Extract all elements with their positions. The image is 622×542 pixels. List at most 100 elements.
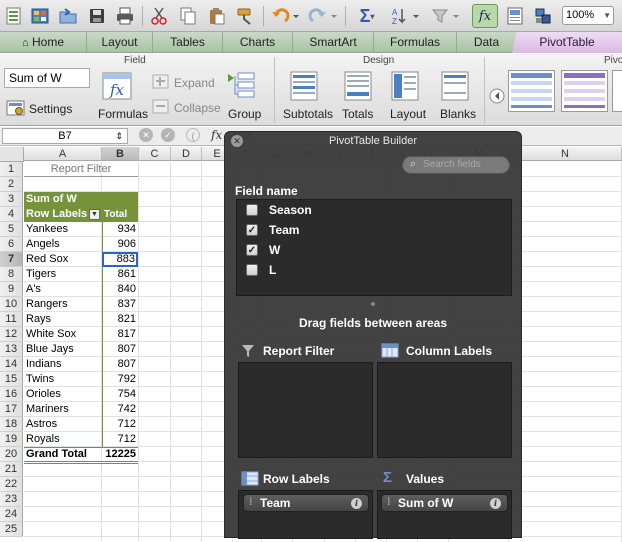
row-header-18[interactable]: 18 xyxy=(0,417,23,432)
blanks-button[interactable]: Blanks xyxy=(440,107,476,121)
expand-button[interactable]: Expand xyxy=(174,76,215,90)
pivot-row-label[interactable]: Orioles xyxy=(24,387,102,402)
pivot-row-label[interactable]: Tigers xyxy=(24,267,102,282)
column-header-b[interactable]: B xyxy=(102,147,139,161)
settings-button[interactable]: Settings xyxy=(29,102,72,116)
zoom-select[interactable]: 100% ▼ xyxy=(562,6,614,25)
pivot-row-label[interactable]: Red Sox xyxy=(24,252,102,267)
pivot-row-value[interactable]: 837 xyxy=(102,297,138,312)
formulas-button[interactable]: Formulas xyxy=(98,107,148,121)
row-header-9[interactable]: 9 xyxy=(0,282,23,297)
collapse-button[interactable]: Collapse xyxy=(174,101,221,115)
totals-button[interactable]: Totals xyxy=(342,107,373,121)
pivot-row-value[interactable]: 754 xyxy=(102,387,138,402)
pivot-row-value[interactable]: 807 xyxy=(102,342,138,357)
name-box[interactable]: B7 ⇕ xyxy=(2,128,128,144)
gallery-icon[interactable] xyxy=(503,4,527,28)
tab-formulas[interactable]: Formulas xyxy=(374,32,457,53)
pivot-row-value[interactable]: 821 xyxy=(102,312,138,327)
copy-icon[interactable] xyxy=(176,4,200,28)
row-header-11[interactable]: 11 xyxy=(0,312,23,327)
filter-icon[interactable] xyxy=(428,4,462,28)
pivot-row-value[interactable]: 712 xyxy=(102,432,138,447)
pivot-row-value[interactable]: 861 xyxy=(102,267,138,282)
tab-charts[interactable]: Charts xyxy=(223,32,293,53)
pivot-row-value[interactable]: 807 xyxy=(102,357,138,372)
autosum-icon[interactable]: Σ ▾ xyxy=(352,4,382,28)
collapse-icon[interactable] xyxy=(152,99,170,118)
column-header-a[interactable]: A xyxy=(24,147,102,161)
row-header-10[interactable]: 10 xyxy=(0,297,23,312)
new-icon[interactable] xyxy=(2,4,26,28)
checkbox-w[interactable]: ✓ xyxy=(246,244,258,256)
sort-icon[interactable]: AZ xyxy=(388,4,422,28)
group-button[interactable]: Group xyxy=(228,107,261,121)
row-header-5[interactable]: 5 xyxy=(0,222,23,237)
resize-grip[interactable] xyxy=(371,302,375,306)
group-icon[interactable] xyxy=(226,71,258,104)
fx-icon[interactable]: fx xyxy=(211,128,222,142)
row-header-23[interactable]: 23 xyxy=(0,492,23,507)
filter-dropdown-icon[interactable]: ▼ xyxy=(89,209,100,220)
field-item-season[interactable]: Season xyxy=(237,200,511,220)
column-header-c[interactable]: C xyxy=(139,147,171,161)
selected-cell[interactable]: 883 xyxy=(102,252,138,267)
pivot-style-2[interactable] xyxy=(561,70,608,112)
active-field-name[interactable]: Sum of W xyxy=(4,68,90,88)
format-icon[interactable] xyxy=(234,4,258,28)
pivot-row-value[interactable]: 906 xyxy=(102,237,138,252)
pivot-row-label[interactable]: Rangers xyxy=(24,297,102,312)
checkbox-team[interactable]: ✓ xyxy=(246,224,258,236)
pivot-row-value[interactable]: 934 xyxy=(102,222,138,237)
paste-icon[interactable] xyxy=(205,4,229,28)
formula-edit-icon[interactable]: ( xyxy=(186,128,200,142)
row-field-pill[interactable]: ⁞ Team i xyxy=(243,494,369,512)
pivot-row-value[interactable]: 712 xyxy=(102,417,138,432)
totals-icon[interactable] xyxy=(343,70,373,105)
pivot-row-value[interactable]: 840 xyxy=(102,282,138,297)
blanks-icon[interactable] xyxy=(440,70,470,105)
redo-icon[interactable] xyxy=(306,4,340,28)
pivot-row-label[interactable]: Angels xyxy=(24,237,102,252)
value-field-pill[interactable]: ⁞ Sum of W i xyxy=(381,494,508,512)
field-item-l[interactable]: L xyxy=(237,260,511,280)
row-header-16[interactable]: 16 xyxy=(0,387,23,402)
pivot-style-1[interactable] xyxy=(508,70,555,112)
search-fields-input[interactable]: ⌕ Search fields xyxy=(402,156,510,174)
tab-layout[interactable]: Layout xyxy=(87,32,153,53)
cut-icon[interactable] xyxy=(147,4,171,28)
row-header-21[interactable]: 21 xyxy=(0,462,23,477)
save-icon[interactable] xyxy=(85,4,109,28)
row-header-15[interactable]: 15 xyxy=(0,372,23,387)
row-header-6[interactable]: 6 xyxy=(0,237,23,252)
tab-pivottable[interactable]: PivotTable xyxy=(512,32,622,53)
pivot-row-label[interactable]: Mariners xyxy=(24,402,102,417)
row-header-3[interactable]: 3 xyxy=(0,192,23,207)
row-header-7[interactable]: 7 xyxy=(0,252,23,267)
layout-button[interactable]: Layout xyxy=(390,107,426,121)
undo-icon[interactable] xyxy=(268,4,302,28)
row-header-1[interactable]: 1 xyxy=(0,162,23,177)
row-header-24[interactable]: 24 xyxy=(0,507,23,522)
pivot-row-label[interactable]: Astros xyxy=(24,417,102,432)
tab-data[interactable]: Data xyxy=(457,32,517,53)
row-header-13[interactable]: 13 xyxy=(0,342,23,357)
pivot-row-value[interactable]: 792 xyxy=(102,372,138,387)
grand-total-label[interactable]: Grand Total xyxy=(24,447,102,462)
enter-icon[interactable]: ✓ xyxy=(161,128,175,142)
subtotals-icon[interactable] xyxy=(289,70,319,105)
cancel-icon[interactable]: ✕ xyxy=(139,128,153,142)
open-icon[interactable] xyxy=(56,4,80,28)
select-all-corner[interactable] xyxy=(0,147,24,162)
pivot-style-3[interactable] xyxy=(612,70,622,112)
pivot-row-label[interactable]: Blue Jays xyxy=(24,342,102,357)
pivot-value-header[interactable]: Sum of W xyxy=(24,192,102,207)
row-header-20[interactable]: 20 xyxy=(0,447,23,462)
pivot-row-label[interactable]: Twins xyxy=(24,372,102,387)
checkbox-season[interactable] xyxy=(246,204,258,216)
grand-total-value[interactable]: 12225 xyxy=(102,447,138,462)
column-labels-area[interactable] xyxy=(377,362,512,458)
function-icon[interactable]: fx xyxy=(472,4,498,28)
row-labels-header[interactable]: Row Labels ▼ xyxy=(24,207,102,222)
row-header-17[interactable]: 17 xyxy=(0,402,23,417)
